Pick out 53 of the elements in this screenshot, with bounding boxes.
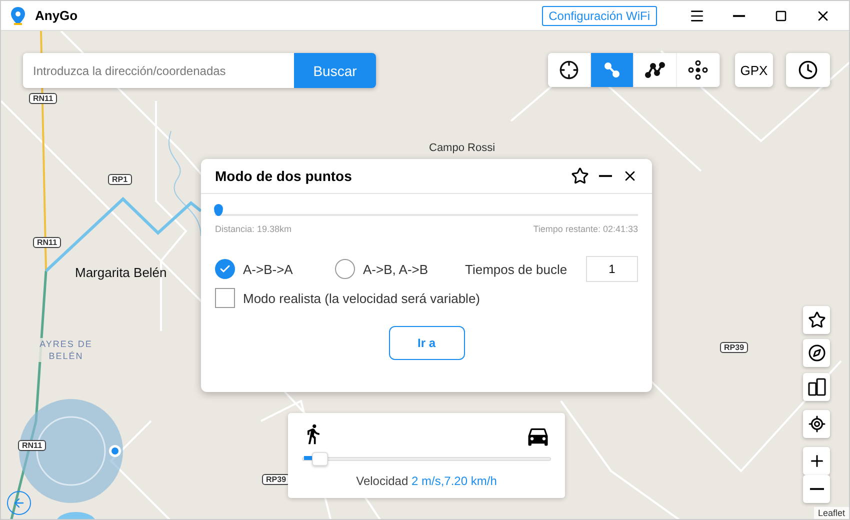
place-label: Campo Rossi bbox=[429, 142, 496, 154]
zoom-out-button[interactable] bbox=[803, 475, 830, 503]
dialog-title: Modo de dos puntos bbox=[215, 168, 353, 184]
realistic-mode-checkbox[interactable]: Modo realista (la velocidad será variable) bbox=[215, 288, 638, 308]
map-attribution: Leaflet bbox=[814, 507, 849, 519]
mode-button[interactable] bbox=[677, 53, 720, 87]
road-sign: RP39 bbox=[720, 342, 748, 353]
star-icon bbox=[571, 167, 589, 185]
arrow-left-icon bbox=[12, 496, 26, 510]
mode-button[interactable] bbox=[634, 53, 677, 87]
place-label: Margarita Belén bbox=[75, 265, 167, 280]
menu-icon bbox=[689, 8, 705, 24]
road-sign: RN11 bbox=[18, 440, 46, 451]
multi-dot-path-icon bbox=[645, 61, 665, 79]
minus-icon bbox=[599, 175, 612, 177]
compass-button[interactable] bbox=[803, 339, 830, 367]
devices-button[interactable] bbox=[803, 373, 830, 401]
loop-count-label: Tiempos de bucle bbox=[465, 262, 568, 276]
location-dot bbox=[109, 445, 121, 457]
road-sign: RP1 bbox=[108, 174, 132, 185]
lake-shape bbox=[56, 512, 96, 519]
distance-text: Distancia: 19.38km bbox=[215, 224, 292, 234]
speed-slider[interactable] bbox=[302, 451, 551, 464]
road-sign: RN11 bbox=[29, 93, 58, 104]
loop-count-field[interactable]: 1 bbox=[586, 256, 638, 282]
two-dots-line-icon bbox=[603, 61, 621, 79]
two-phones-icon bbox=[808, 378, 826, 396]
gpx-button[interactable]: GPX bbox=[735, 53, 773, 87]
minus-icon bbox=[810, 488, 824, 490]
back-button[interactable] bbox=[7, 491, 31, 515]
star-icon bbox=[808, 311, 826, 329]
loop-mode-radio[interactable]: A->B->A bbox=[215, 259, 327, 279]
remaining-time-text: Tiempo restante: 02:41:33 bbox=[533, 224, 638, 234]
map-pin-logo-icon bbox=[11, 6, 25, 24]
loop-mode-radio[interactable]: A->B, A->B bbox=[335, 259, 457, 279]
clock-icon bbox=[798, 60, 818, 80]
road-sign: RP39 bbox=[262, 474, 290, 485]
favorites-button[interactable] bbox=[803, 306, 830, 334]
minus-icon bbox=[733, 14, 745, 16]
compass-icon bbox=[808, 344, 826, 362]
road-sign: RN11 bbox=[33, 237, 62, 248]
zoom-in-button[interactable] bbox=[803, 447, 830, 475]
check-icon bbox=[219, 263, 231, 275]
locate-icon bbox=[808, 415, 826, 433]
maximize-icon bbox=[775, 10, 787, 22]
app-title: AnyGo bbox=[35, 8, 79, 23]
favorite-button[interactable] bbox=[571, 167, 589, 185]
speed-text: Velocidad 2 m/s,7.20 km/h bbox=[355, 474, 498, 488]
mode-button[interactable] bbox=[548, 53, 591, 87]
crosshair-icon bbox=[559, 60, 579, 80]
history-button[interactable] bbox=[786, 53, 830, 87]
locate-button[interactable] bbox=[803, 410, 830, 438]
dots-circle-icon bbox=[688, 60, 708, 80]
